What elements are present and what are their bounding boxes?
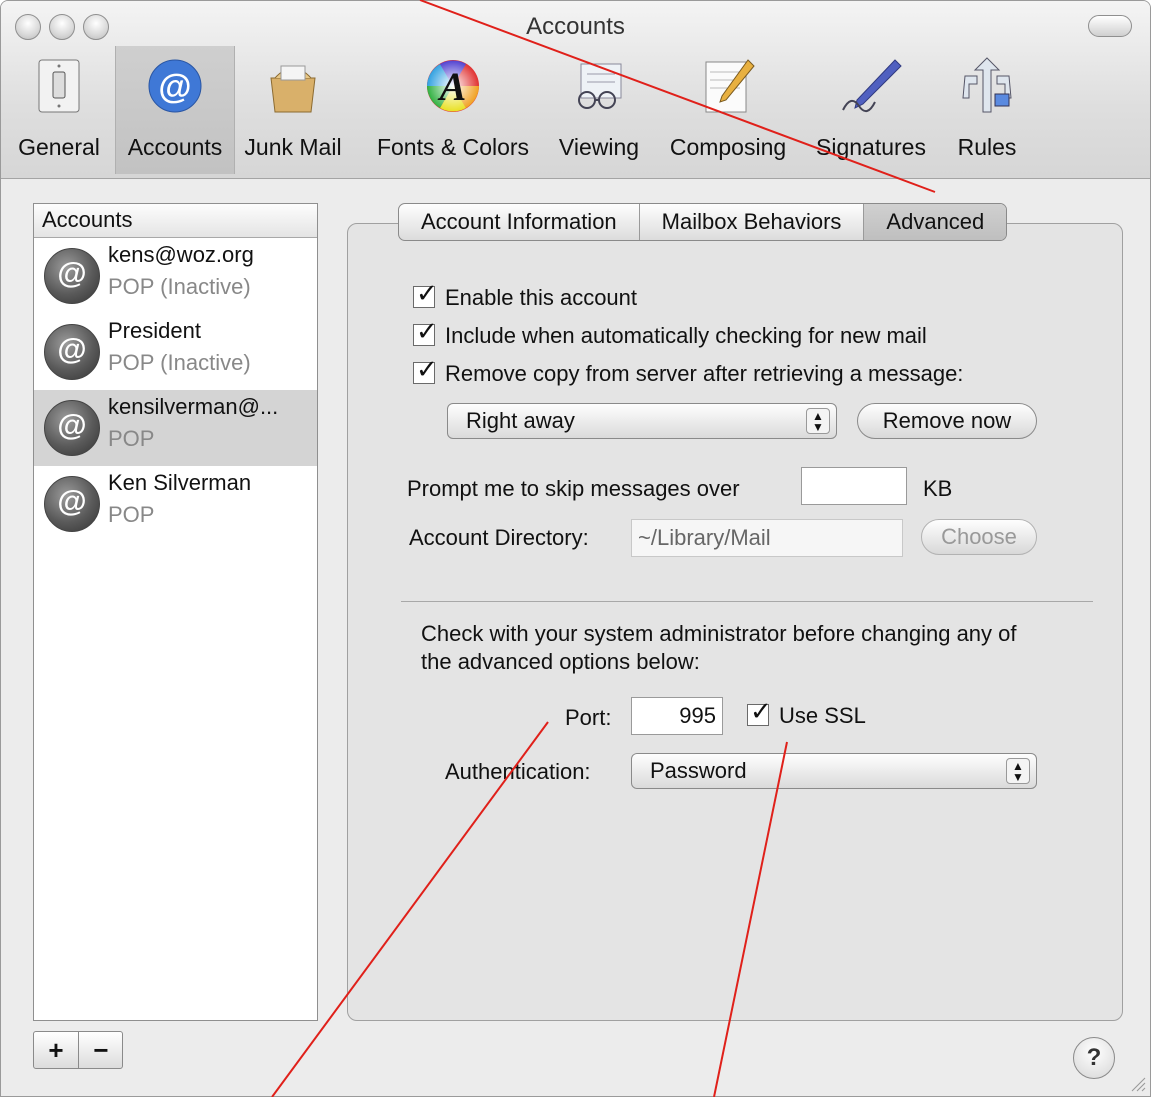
at-sign-icon: @ — [44, 324, 100, 380]
account-row[interactable]: @ kens@woz.org POP (Inactive) — [34, 238, 317, 314]
remove-copy-checkbox[interactable]: ✓ Remove copy from server after retrievin… — [413, 354, 964, 387]
include-checking-checkbox[interactable]: ✓ Include when automatically checking for… — [413, 316, 927, 349]
svg-text:@: @ — [158, 68, 191, 106]
toolbar-composing[interactable]: Composing — [661, 46, 795, 174]
toolbar-junk-mail[interactable]: Junk Mail — [237, 46, 349, 174]
at-sign-icon: @ — [44, 400, 100, 456]
checkbox[interactable]: ✓ — [413, 354, 438, 384]
kb-unit-label: KB — [923, 476, 953, 501]
account-row[interactable]: @ Ken Silverman POP — [34, 466, 317, 542]
resize-grip-icon[interactable] — [1128, 1074, 1146, 1092]
window-title: Accounts — [526, 13, 625, 40]
junk-mail-bag-icon — [270, 65, 316, 113]
account-name: kensilverman@... — [108, 394, 279, 419]
account-row-selected[interactable]: @ kensilverman@... POP — [34, 390, 317, 466]
checkbox-label: Include when automatically checking for … — [445, 323, 927, 348]
warning-text-line1: Check with your system administrator bef… — [421, 621, 1017, 646]
pen-signature-icon — [842, 59, 902, 113]
tab-account-information[interactable]: Account Information — [399, 204, 640, 240]
at-sign-icon: @ — [148, 59, 202, 113]
account-name: Ken Silverman — [108, 470, 252, 495]
at-sign-icon: @ — [44, 248, 100, 304]
toolbar-label: General — [18, 134, 100, 160]
account-row[interactable]: @ President POP (Inactive) — [34, 314, 317, 390]
add-account-button[interactable]: + — [34, 1033, 78, 1067]
account-type: POP — [108, 426, 155, 451]
add-remove-buttons: + − — [33, 1031, 123, 1069]
tab-advanced[interactable]: Advanced — [864, 204, 1007, 240]
choose-button[interactable]: Choose — [921, 519, 1037, 555]
tab-mailbox-behaviors[interactable]: Mailbox Behaviors — [640, 204, 865, 240]
toolbar-viewing[interactable]: Viewing — [549, 46, 649, 174]
accounts-list-header[interactable]: Accounts — [34, 204, 317, 238]
toolbar-label: Signatures — [816, 134, 926, 160]
preferences-window: Accounts General @ Accounts Junk Mail A … — [0, 0, 1151, 1097]
toolbar-fonts-colors[interactable]: A Fonts & Colors — [363, 46, 543, 174]
notepad-pencil-icon — [705, 59, 755, 113]
account-name: President — [108, 318, 201, 343]
accounts-list[interactable]: Accounts @ kens@woz.org POP (Inactive) @… — [33, 203, 318, 1021]
toolbar-label: Junk Mail — [244, 134, 342, 160]
account-type: POP (Inactive) — [108, 350, 251, 375]
toolbar-label: Rules — [957, 134, 1017, 160]
remove-now-button[interactable]: Remove now — [857, 403, 1037, 439]
checkbox-label: Use SSL — [779, 703, 866, 728]
toolbar-toggle-button[interactable] — [1088, 15, 1132, 37]
skip-messages-label: Prompt me to skip messages over — [407, 476, 740, 501]
account-type: POP (Inactive) — [108, 274, 251, 299]
remove-when-popup[interactable]: Right away ▲ ▼ — [447, 403, 837, 439]
use-ssl-checkbox[interactable]: ✓ Use SSL — [747, 696, 866, 729]
authentication-label: Authentication: — [445, 759, 591, 784]
tab-bar: Account Information Mailbox Behaviors Ad… — [398, 203, 1008, 241]
checkmark-icon: ✓ — [416, 354, 438, 384]
glasses-icon — [578, 63, 622, 109]
toolbar-signatures[interactable]: Signatures — [807, 46, 935, 174]
help-button[interactable]: ? — [1073, 1037, 1115, 1079]
checkbox[interactable]: ✓ — [747, 696, 772, 726]
title-toolbar: Accounts General @ Accounts Junk Mail A … — [1, 1, 1150, 179]
toolbar-label: Composing — [669, 134, 787, 160]
light-switch-icon — [38, 59, 80, 113]
up-down-arrows-icon: ▲ ▼ — [1006, 758, 1030, 784]
checkmark-icon: ✓ — [750, 696, 772, 726]
port-field[interactable]: 995 — [631, 697, 723, 735]
up-down-arrows-icon: ▲ ▼ — [806, 408, 830, 434]
skip-size-field[interactable] — [801, 467, 907, 505]
enable-account-checkbox[interactable]: ✓ Enable this account — [413, 278, 638, 311]
checkbox-label: Enable this account — [445, 285, 638, 310]
remove-account-button[interactable]: − — [79, 1033, 123, 1067]
svg-text:A: A — [437, 64, 467, 109]
account-type: POP — [108, 502, 155, 527]
account-directory-label: Account Directory: — [409, 525, 589, 550]
at-sign-icon: @ — [44, 476, 100, 532]
checkbox-label: Remove copy from server after retrieving… — [445, 361, 964, 386]
toolbar-label: Accounts — [127, 134, 223, 160]
toolbar-general[interactable]: General — [5, 46, 113, 174]
toolbar-rules[interactable]: Rules — [941, 46, 1033, 174]
warning-text-line2: the advanced options below: — [421, 649, 700, 674]
font-color-wheel-icon: A — [427, 60, 479, 112]
toolbar-label: Viewing — [558, 134, 640, 160]
checkbox[interactable]: ✓ — [413, 278, 438, 308]
toolbar-label: Fonts & Colors — [376, 134, 530, 160]
checkbox[interactable]: ✓ — [413, 316, 438, 346]
checkmark-icon: ✓ — [416, 316, 438, 346]
popup-value: Password — [650, 758, 747, 783]
account-directory-field[interactable]: ~/Library/Mail — [631, 519, 903, 557]
divider — [401, 601, 1093, 602]
rules-arrows-icon — [962, 57, 1012, 113]
authentication-popup[interactable]: Password ▲ ▼ — [631, 753, 1037, 789]
port-label: Port: — [565, 705, 612, 730]
checkmark-icon: ✓ — [416, 278, 438, 308]
popup-value: Right away — [466, 408, 575, 433]
account-name: kens@woz.org — [108, 242, 254, 267]
toolbar-accounts[interactable]: @ Accounts — [115, 46, 235, 174]
